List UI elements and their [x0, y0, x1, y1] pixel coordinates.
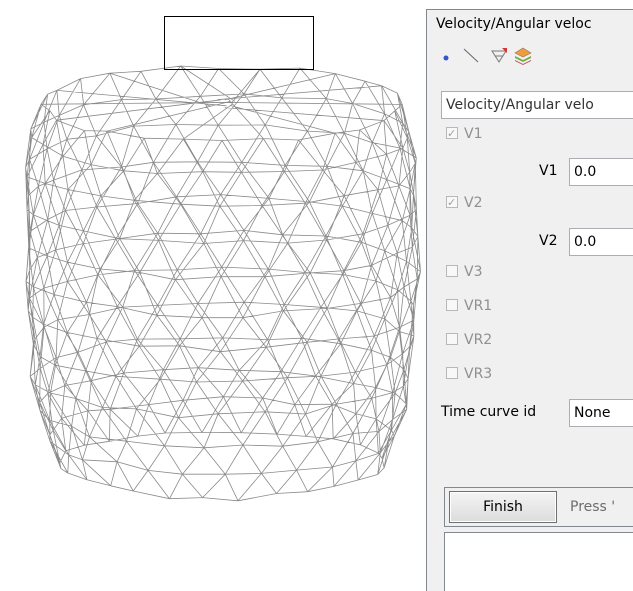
- point-icon[interactable]: [437, 46, 457, 66]
- v2-input[interactable]: 0.0: [569, 228, 633, 256]
- mesh-edges: [25, 65, 421, 502]
- checkbox-box: [446, 265, 458, 277]
- vr2-checkbox[interactable]: VR2: [446, 329, 492, 351]
- button-bar: Finish Press ': [444, 487, 633, 527]
- panel-toolbar: [427, 40, 633, 72]
- v1-input[interactable]: 0.0: [569, 158, 633, 186]
- checkbox-box: [446, 367, 458, 379]
- vr3-checkbox[interactable]: VR3: [446, 363, 492, 385]
- finish-button[interactable]: Finish: [449, 491, 557, 523]
- checkbox-box: [446, 192, 458, 214]
- v2-field-label: V2: [539, 233, 558, 249]
- hint-text: Press ': [570, 499, 616, 515]
- v1-field-label: V1: [539, 163, 558, 179]
- wireframe-mesh: [25, 65, 421, 502]
- 3d-viewport[interactable]: [0, 0, 424, 591]
- time-curve-label: Time curve id: [441, 404, 537, 420]
- mesh-select-icon[interactable]: [489, 46, 509, 66]
- panel-title: Velocity/Angular veloc: [436, 16, 592, 32]
- line-icon[interactable]: [461, 46, 481, 66]
- v1-checkbox[interactable]: V1: [446, 123, 482, 145]
- vr1-checkbox[interactable]: VR1: [446, 295, 492, 317]
- layers-icon[interactable]: [513, 46, 533, 66]
- time-curve-input[interactable]: None: [569, 399, 633, 427]
- checkbox-box: [446, 299, 458, 311]
- message-area: [444, 532, 633, 591]
- checkbox-box: [446, 333, 458, 345]
- velocity-panel: Velocity/Angular veloc Velocity/Angular …: [426, 9, 633, 591]
- velocity-type-combo[interactable]: Velocity/Angular velo: [441, 91, 633, 119]
- v3-checkbox[interactable]: V3: [446, 261, 482, 283]
- v2-checkbox[interactable]: V2: [446, 192, 482, 214]
- checkbox-box: [446, 123, 458, 145]
- selection-rectangle: [164, 16, 314, 70]
